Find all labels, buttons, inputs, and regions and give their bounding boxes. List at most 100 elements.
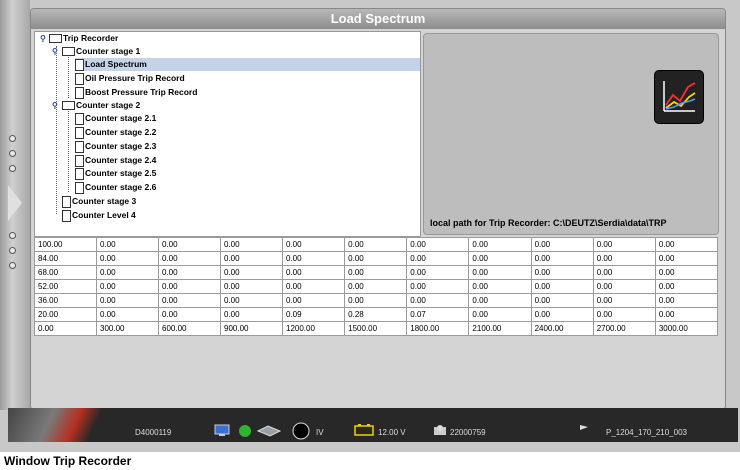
table-cell[interactable]: 0.00 <box>281 293 346 308</box>
tree-node-counter-level-4[interactable]: Counter Level 4 <box>62 209 136 222</box>
table-cell[interactable]: 0.00 <box>281 237 346 252</box>
table-cell[interactable]: 0.00 <box>592 251 656 266</box>
table-cell[interactable]: 52.00 <box>34 279 97 294</box>
table-cell[interactable]: 300.00 <box>96 321 159 336</box>
table-cell[interactable]: 0.00 <box>406 279 470 294</box>
table-cell[interactable]: 0.00 <box>96 279 159 294</box>
table-cell[interactable]: 84.00 <box>34 251 97 266</box>
table-cell[interactable]: 2400.00 <box>530 321 594 336</box>
nav-dot[interactable] <box>9 262 16 269</box>
table-cell[interactable]: 0.00 <box>96 265 159 280</box>
table-cell[interactable]: 2100.00 <box>468 321 532 336</box>
table-cell[interactable]: 0.00 <box>220 293 283 308</box>
tree-node-stage-2-2[interactable]: Counter stage 2.2 <box>75 126 156 139</box>
table-cell[interactable]: 0.00 <box>654 307 719 322</box>
nav-dot[interactable] <box>9 135 16 142</box>
table-cell[interactable]: 0.00 <box>344 265 408 280</box>
table-cell[interactable]: 0.00 <box>468 293 532 308</box>
table-cell[interactable]: 36.00 <box>34 293 97 308</box>
tree-node-counter-stage-2[interactable]: Counter stage 2 <box>62 99 140 112</box>
expand-icon[interactable]: ⚲ <box>40 34 46 43</box>
tree-node-stage-2-4[interactable]: Counter stage 2.4 <box>75 154 156 167</box>
table-cell[interactable]: 1800.00 <box>406 321 470 336</box>
table-cell[interactable]: 0.00 <box>406 237 470 252</box>
table-cell[interactable]: 0.00 <box>158 251 221 266</box>
table-cell[interactable]: 0.00 <box>592 293 656 308</box>
nav-dot[interactable] <box>9 150 16 157</box>
table-cell[interactable]: 0.00 <box>530 279 594 294</box>
table-cell[interactable]: 0.00 <box>96 293 159 308</box>
table-cell[interactable]: 0.00 <box>220 307 283 322</box>
table-cell[interactable]: 0.00 <box>344 251 408 266</box>
table-cell[interactable]: 0.00 <box>281 265 346 280</box>
table-cell[interactable]: 20.00 <box>34 307 97 322</box>
table-cell[interactable]: 0.00 <box>530 307 594 322</box>
table-cell[interactable]: 0.00 <box>530 237 594 252</box>
tree-node-stage-2-5[interactable]: Counter stage 2.5 <box>75 167 156 180</box>
table-cell[interactable]: 0.00 <box>220 265 283 280</box>
tree-node-stage-2-6[interactable]: Counter stage 2.6 <box>75 181 156 194</box>
table-cell[interactable]: 0.00 <box>158 265 221 280</box>
table-cell[interactable]: 0.00 <box>220 279 283 294</box>
table-cell[interactable]: 0.00 <box>158 293 221 308</box>
tree-node-stage-2-1[interactable]: Counter stage 2.1 <box>75 112 156 125</box>
table-cell[interactable]: 100.00 <box>34 237 97 252</box>
tree-node-trip-recorder[interactable]: Trip Recorder <box>49 32 118 45</box>
table-cell[interactable]: 0.00 <box>592 307 656 322</box>
tree-node-load-spectrum[interactable]: Load Spectrum <box>75 58 420 71</box>
table-cell[interactable]: 0.00 <box>654 293 719 308</box>
table-cell[interactable]: 0.00 <box>406 265 470 280</box>
table-cell[interactable]: 0.00 <box>158 279 221 294</box>
table-cell[interactable]: 0.00 <box>158 237 221 252</box>
nav-dot[interactable] <box>9 247 16 254</box>
table-cell[interactable]: 0.00 <box>468 279 532 294</box>
table-cell[interactable]: 0.00 <box>468 307 532 322</box>
table-cell[interactable]: 0.00 <box>96 251 159 266</box>
tree-node-counter-stage-1[interactable]: Counter stage 1 <box>62 45 140 58</box>
table-cell[interactable]: 0.00 <box>592 279 656 294</box>
collapse-arrow-icon[interactable] <box>8 185 22 221</box>
table-cell[interactable]: 0.28 <box>344 307 408 322</box>
table-cell[interactable]: 2700.00 <box>592 321 656 336</box>
table-cell[interactable]: 1500.00 <box>344 321 408 336</box>
expand-icon[interactable]: ⚲ <box>52 47 58 56</box>
table-cell[interactable]: 0.00 <box>96 307 159 322</box>
nav-dot[interactable] <box>9 165 16 172</box>
nav-dot[interactable] <box>9 232 16 239</box>
table-cell[interactable]: 0.00 <box>654 265 719 280</box>
table-cell[interactable]: 0.00 <box>592 237 656 252</box>
table-cell[interactable]: 0.09 <box>281 307 346 322</box>
table-cell[interactable]: 600.00 <box>158 321 221 336</box>
table-cell[interactable]: 0.00 <box>344 293 408 308</box>
tree-node-oil-pressure[interactable]: Oil Pressure Trip Record <box>75 72 185 85</box>
expand-icon[interactable]: ⚲ <box>52 101 58 110</box>
table-cell[interactable]: 0.00 <box>344 279 408 294</box>
table-cell[interactable]: 0.00 <box>468 251 532 266</box>
table-cell[interactable]: 0.00 <box>468 265 532 280</box>
table-cell[interactable]: 0.00 <box>406 293 470 308</box>
table-cell[interactable]: 0.00 <box>96 237 159 252</box>
table-cell[interactable]: 0.00 <box>220 251 283 266</box>
table-cell[interactable]: 3000.00 <box>654 321 719 336</box>
tree-node-boost-pressure[interactable]: Boost Pressure Trip Record <box>75 86 197 99</box>
table-cell[interactable]: 0.00 <box>530 293 594 308</box>
chart-icon[interactable] <box>654 70 704 124</box>
table-cell[interactable]: 0.00 <box>158 307 221 322</box>
table-cell[interactable]: 0.00 <box>654 279 719 294</box>
table-cell[interactable]: 0.00 <box>530 251 594 266</box>
table-cell[interactable]: 0.00 <box>281 279 346 294</box>
table-cell[interactable]: 0.00 <box>530 265 594 280</box>
table-cell[interactable]: 0.00 <box>406 251 470 266</box>
table-cell[interactable]: 0.07 <box>406 307 470 322</box>
table-cell[interactable]: 0.00 <box>281 251 346 266</box>
table-cell[interactable]: 0.00 <box>654 251 719 266</box>
table-cell[interactable]: 0.00 <box>592 265 656 280</box>
table-cell[interactable]: 900.00 <box>220 321 283 336</box>
table-cell[interactable]: 0.00 <box>654 237 719 252</box>
tree-node-stage-2-3[interactable]: Counter stage 2.3 <box>75 140 156 153</box>
table-cell[interactable]: 1200.00 <box>281 321 346 336</box>
table-cell[interactable]: 0.00 <box>220 237 283 252</box>
table-cell[interactable]: 0.00 <box>344 237 408 252</box>
table-cell[interactable]: 0.00 <box>468 237 532 252</box>
table-cell[interactable]: 0.00 <box>34 321 97 336</box>
